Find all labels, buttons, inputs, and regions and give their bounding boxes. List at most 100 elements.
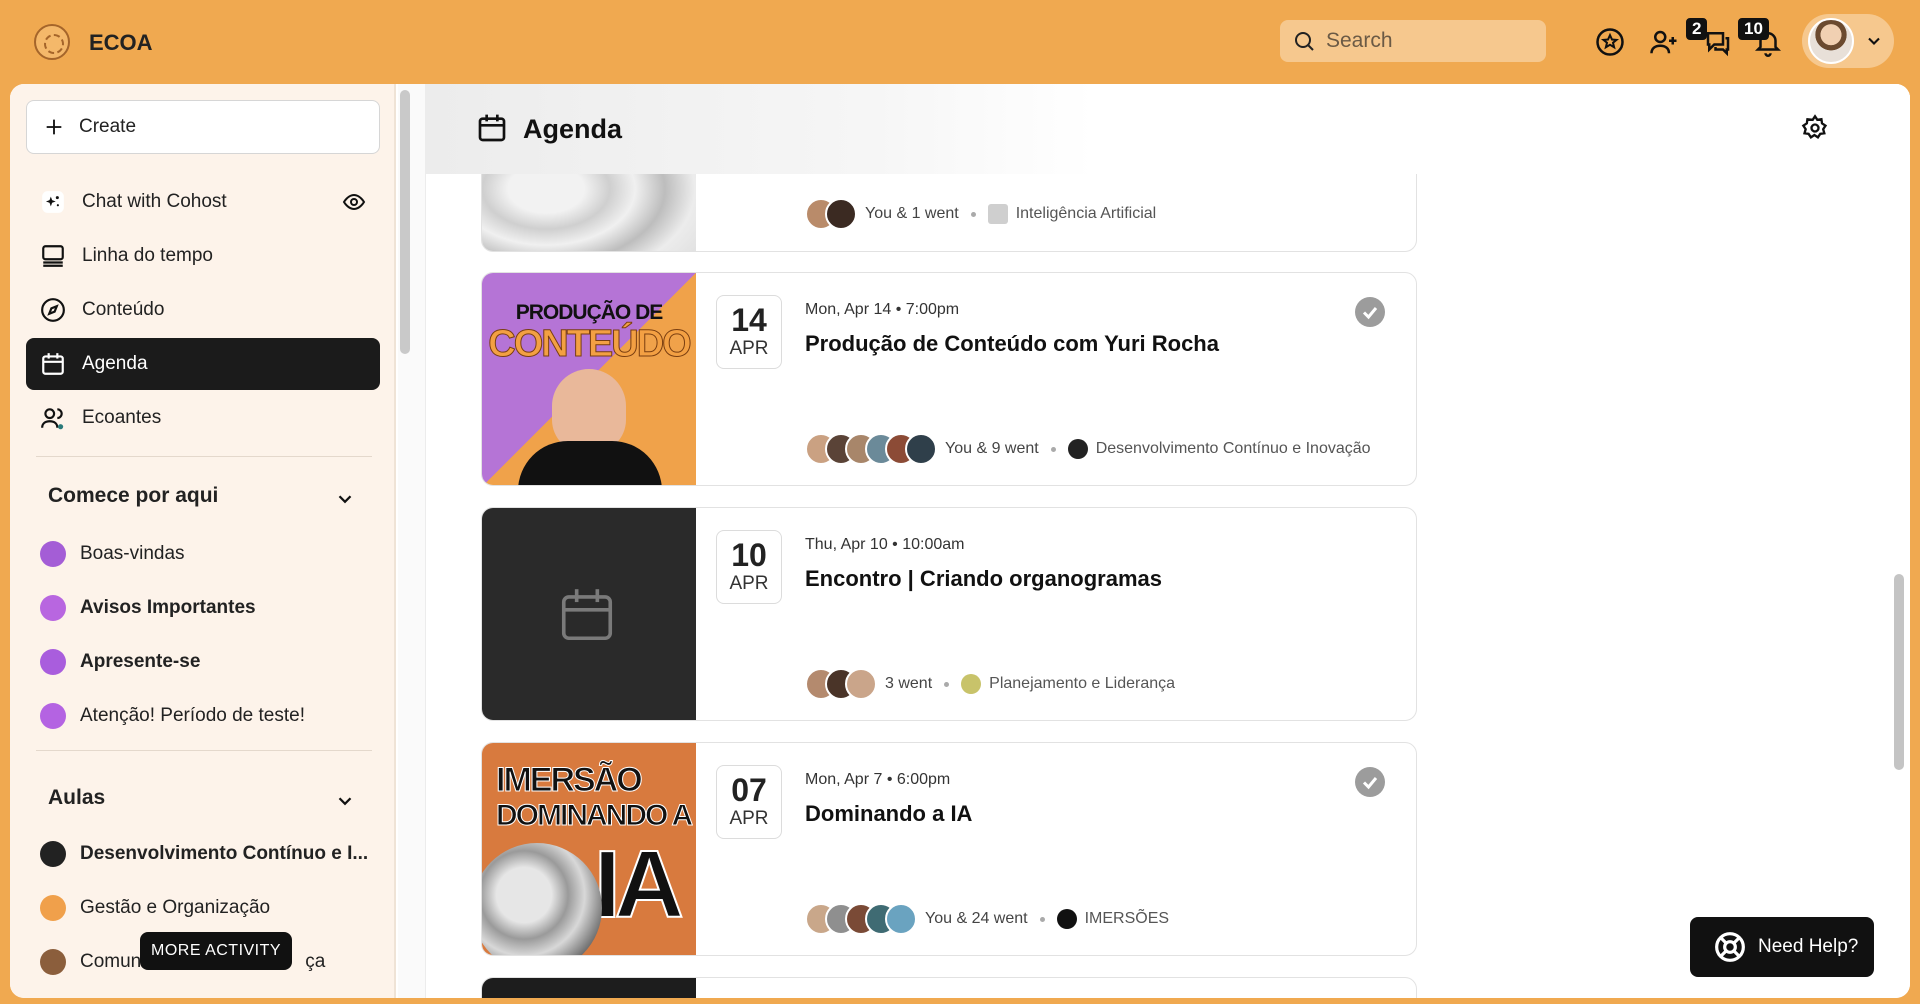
thumb-text: IA [593,831,685,938]
space-label: Avisos Importantes [80,597,256,618]
event-month: APR [729,808,769,829]
space-item-desenvolvimento-continuo[interactable]: Desenvolvimento Contínuo e I... [36,830,386,878]
event-datetime: Mon, Apr 7 • 6:00pm [805,771,951,788]
top-bar: ECOA 2 10 [0,0,1920,84]
gear-icon[interactable] [1801,114,1829,142]
calendar-icon [478,114,506,142]
event-day: 10 [731,537,767,573]
ecoa-logo-icon[interactable] [34,24,70,60]
event-thumbnail: PRODUÇÃO DE CONTEÚDO [482,273,696,485]
sidebar-item-label: Chat with Cohost [82,191,227,212]
event-datetime: Thu, Apr 10 • 10:00am [805,536,965,553]
calendar-icon [42,353,64,375]
main-scrollbar[interactable] [1894,574,1904,770]
sidebar-item-chat-with-cohost[interactable]: Chat with Cohost [26,176,380,228]
attendance-text[interactable]: You & 1 went [865,205,959,223]
space-item-boas-vindas[interactable]: Boas-vindas [36,530,386,578]
user-avatar[interactable] [1808,18,1854,64]
space-icon [987,204,1008,224]
space-icon [1056,909,1077,929]
search-icon [1295,32,1314,51]
space-name[interactable]: Planejamento e Liderança [989,675,1175,693]
section-title-comece-por-aqui[interactable]: Comece por aqui [48,484,218,508]
more-activity-tooltip[interactable]: MORE ACTIVITY [140,932,293,970]
space-name[interactable]: Inteligência Artificial [1016,205,1157,223]
event-card[interactable]: PRODUÇÃO DE CONTEÚDO 14 APR Mon, Apr 14 … [481,272,1417,486]
sidebar-divider [36,750,372,751]
chevron-down-icon[interactable] [334,488,356,510]
sidebar-scrollbar[interactable] [400,90,410,354]
sidebar-item-label: Conteúdo [82,299,165,320]
space-label: Boas-vindas [80,543,185,564]
space-name[interactable]: Desenvolvimento Contínuo e Inovação [1096,440,1371,458]
event-date-box: 14 APR [716,295,782,369]
space-item-avisos-importantes[interactable]: Avisos Importantes [36,584,386,632]
sidebar: Create Chat with Cohost Linha do tempo C… [10,84,396,998]
add-member-icon[interactable] [1648,26,1680,58]
thumb-text: DOMINANDO A [495,799,693,833]
space-name[interactable]: IMERSÕES [1085,910,1169,928]
space-avatar [40,841,66,867]
sidebar-item-agenda[interactable]: Agenda [26,338,380,390]
space-item-gestao-e-organizacao[interactable]: Gestão e Organização [36,884,386,932]
plus-icon [46,119,62,135]
sidebar-item-label: Ecoantes [82,407,162,428]
space-label: Gestão e Organização [80,897,271,918]
agenda-content: You & 1 went Inteligência Artificial Age… [426,84,1910,998]
event-card[interactable]: IMERSÃO DOMINANDO A IA 07 APR Mon, Apr 7… [481,742,1417,956]
event-day: 14 [731,302,767,338]
event-title[interactable]: Encontro | Criando organogramas [805,566,1162,592]
event-title[interactable]: Produção de Conteúdo com Yuri Rocha [805,331,1219,357]
space-label-prefix: Comun [80,951,142,972]
sidebar-item-label: Agenda [82,353,148,374]
space-label: Apresente-se [80,651,201,672]
brand-name[interactable]: ECOA [89,30,153,56]
space-avatar [40,649,66,675]
statue-head-image [482,843,602,955]
compass-icon [41,298,65,322]
event-thumbnail [482,508,696,720]
sidebar-item-ecoantes[interactable]: Ecoantes [26,392,380,444]
sidebar-item-label: Linha do tempo [82,245,213,266]
notifications-bell-icon[interactable] [1752,26,1784,58]
attending-check-icon [1355,297,1385,327]
attendance-text[interactable]: You & 24 went [925,910,1028,928]
chevron-down-icon[interactable] [334,790,356,812]
calendar-placeholder-icon [561,589,613,641]
event-card-next[interactable] [481,977,1417,998]
timeline-icon [42,245,64,267]
search-input[interactable] [1326,29,1526,53]
attendance-text[interactable]: You & 9 went [945,440,1039,458]
thumb-text: CONTEÚDO [488,323,692,366]
space-label: Desenvolvimento Contínuo e I... [80,843,369,864]
chevron-down-icon [1868,37,1880,45]
space-label-suffix: ça [305,951,326,972]
event-card[interactable]: 10 APR Thu, Apr 10 • 10:00am Encontro | … [481,507,1417,721]
event-thumbnail [482,978,696,998]
attendance-text[interactable]: 3 went [885,675,932,693]
need-help-label: Need Help? [1758,936,1859,957]
attendee-avatars [805,433,937,465]
user-menu[interactable] [1802,14,1894,68]
space-label: Atenção! Período de teste! [80,705,305,726]
space-item-periodo-de-teste[interactable]: Atenção! Período de teste! [36,692,386,740]
event-month: APR [729,338,769,359]
create-button[interactable]: Create [26,100,380,154]
event-datetime: Mon, Apr 14 • 7:00pm [805,301,960,318]
space-item-apresente-se[interactable]: Apresente-se [36,638,386,686]
search-box[interactable] [1280,20,1546,62]
main-frame: Create Chat with Cohost Linha do tempo C… [10,84,1910,998]
create-label: Create [79,116,137,137]
thumb-text: IMERSÃO [496,761,644,800]
messages-icon[interactable] [1702,26,1734,58]
event-meta: 3 went Planejamento e Liderança [805,666,1175,702]
sidebar-item-linha-do-tempo[interactable]: Linha do tempo [26,230,380,282]
sidebar-item-conteudo[interactable]: Conteúdo [26,284,380,336]
event-title[interactable]: Dominando a IA [805,801,972,827]
leaderboard-star-icon[interactable] [1594,26,1626,58]
eye-icon[interactable] [342,190,366,214]
need-help-button[interactable]: Need Help? [1690,917,1874,977]
event-meta: You & 9 went Desenvolvimento Contínuo e … [805,431,1371,467]
warning-space-avatar [40,703,66,729]
section-title-aulas[interactable]: Aulas [48,786,105,810]
